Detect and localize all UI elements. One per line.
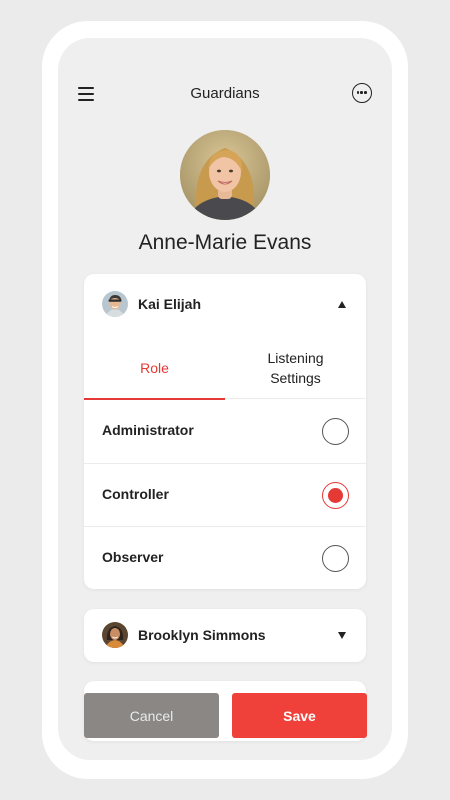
- tab-role[interactable]: Role: [84, 337, 225, 400]
- profile-name: Anne-Marie Evans: [138, 231, 312, 254]
- role-label: Observer: [102, 549, 164, 565]
- guardian-name: Kai Elijah: [138, 296, 202, 312]
- role-label: Administrator: [102, 422, 194, 438]
- guardian-avatar: [102, 291, 128, 317]
- radio-button-selected[interactable]: [322, 482, 349, 509]
- role-option-administrator[interactable]: Administrator: [84, 400, 366, 463]
- guardian-name: Brooklyn Simmons: [138, 627, 266, 643]
- profile-avatar: [180, 130, 270, 220]
- guardian-card-kai: Kai Elijah Role Listening Settings Admini…: [84, 274, 366, 589]
- more-options-icon[interactable]: [352, 83, 372, 103]
- guardian-tabs: Role Listening Settings: [84, 337, 366, 400]
- guardian-card-brooklyn[interactable]: Brooklyn Simmons: [84, 609, 366, 662]
- role-label: Controller: [102, 486, 169, 502]
- chevron-down-icon[interactable]: [338, 632, 346, 639]
- role-option-observer[interactable]: Observer: [84, 526, 366, 589]
- tab-listening-settings[interactable]: Listening Settings: [225, 337, 366, 399]
- chevron-up-icon[interactable]: [338, 301, 346, 308]
- radio-button[interactable]: [322, 545, 349, 572]
- radio-button[interactable]: [322, 418, 349, 445]
- guardian-header-kai[interactable]: Kai Elijah: [84, 274, 366, 336]
- role-option-controller[interactable]: Controller: [84, 463, 366, 526]
- save-button[interactable]: Save: [232, 693, 367, 738]
- app-screen: Guardians Anne-Marie Evans Kai Elijah Ro…: [58, 38, 392, 760]
- page-title: Guardians: [190, 85, 260, 102]
- cancel-button[interactable]: Cancel: [84, 693, 219, 738]
- guardian-avatar: [102, 622, 128, 648]
